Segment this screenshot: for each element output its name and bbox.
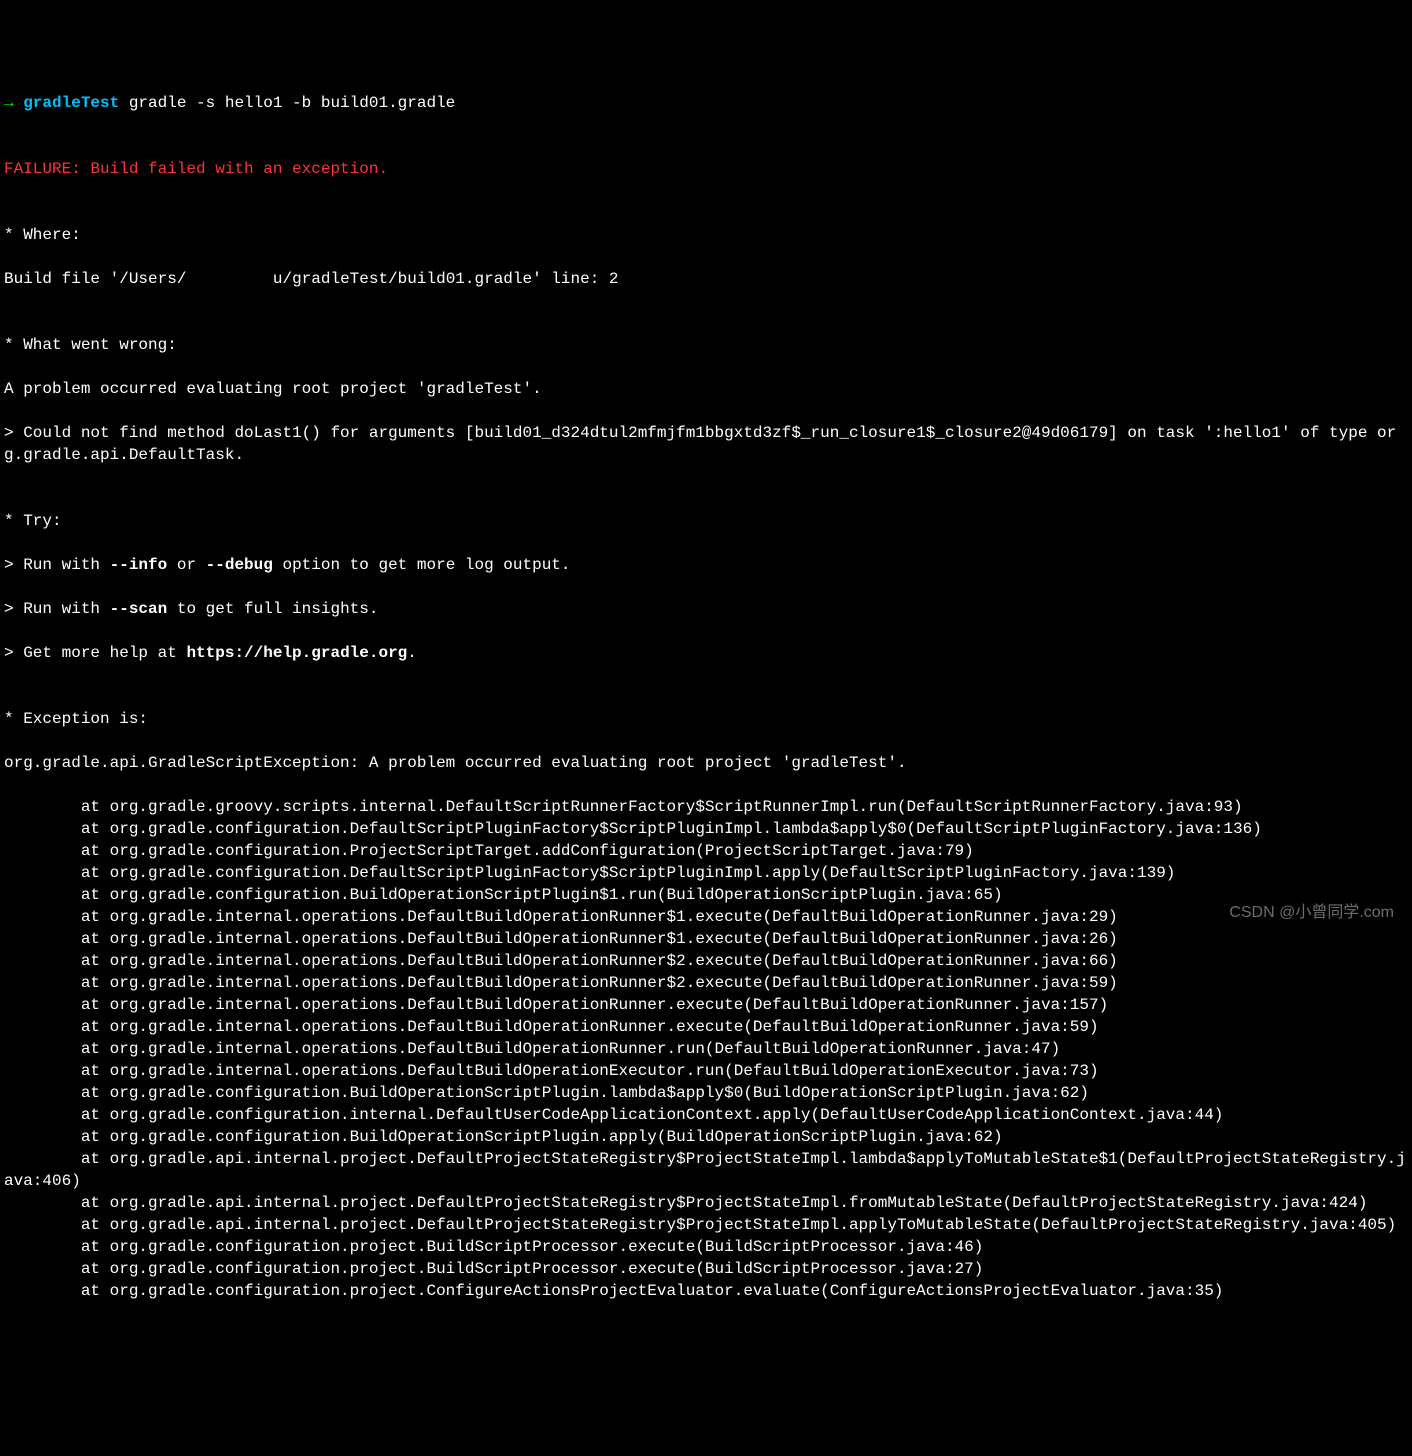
- what-went-wrong-header: * What went wrong:: [4, 334, 1408, 356]
- where-suffix: u/gradleTest/build01.gradle' line: 2: [273, 270, 619, 288]
- stack-frame: at org.gradle.internal.operations.Defaul…: [4, 1038, 1408, 1060]
- stack-frame: at org.gradle.internal.operations.Defaul…: [4, 1016, 1408, 1038]
- stack-frame: at org.gradle.configuration.DefaultScrip…: [4, 862, 1408, 884]
- debug-flag: --debug: [206, 556, 273, 574]
- prompt-line: → gradleTest gradle -s hello1 -b build01…: [4, 92, 1408, 114]
- info-flag: --info: [110, 556, 168, 574]
- exception-message: org.gradle.api.GradleScriptException: A …: [4, 752, 1408, 774]
- stack-frame: at org.gradle.configuration.DefaultScrip…: [4, 818, 1408, 840]
- stack-trace: at org.gradle.groovy.scripts.internal.De…: [4, 796, 1408, 1302]
- stack-frame: at org.gradle.api.internal.project.Defau…: [4, 1192, 1408, 1214]
- stack-frame: at org.gradle.internal.operations.Defaul…: [4, 1060, 1408, 1082]
- stack-frame: at org.gradle.api.internal.project.Defau…: [4, 1214, 1408, 1236]
- watermark: CSDN @小曾同学.com: [1229, 902, 1394, 924]
- try-line-3: > Get more help at https://help.gradle.o…: [4, 642, 1408, 664]
- stack-frame: at org.gradle.internal.operations.Defaul…: [4, 906, 1408, 928]
- try3-pre: > Get more help at: [4, 644, 186, 662]
- try1-mid: or: [167, 556, 205, 574]
- command-text: gradle -s hello1 -b build01.gradle: [119, 94, 455, 112]
- scan-flag: --scan: [110, 600, 168, 618]
- try2-pre: > Run with: [4, 600, 110, 618]
- stack-frame: at org.gradle.configuration.project.Conf…: [4, 1280, 1408, 1302]
- try1-post: option to get more log output.: [273, 556, 571, 574]
- stack-frame: at org.gradle.configuration.internal.Def…: [4, 1104, 1408, 1126]
- prompt-arrow-icon: →: [4, 94, 23, 112]
- stack-frame: at org.gradle.internal.operations.Defaul…: [4, 972, 1408, 994]
- try-line-1: > Run with --info or --debug option to g…: [4, 554, 1408, 576]
- stack-frame: at org.gradle.configuration.BuildOperati…: [4, 1126, 1408, 1148]
- stack-frame: at org.gradle.configuration.ProjectScrip…: [4, 840, 1408, 862]
- stack-frame: at org.gradle.configuration.BuildOperati…: [4, 884, 1408, 906]
- wrong-detail-2: > Could not find method doLast1() for ar…: [4, 422, 1408, 466]
- stack-frame: at org.gradle.configuration.project.Buil…: [4, 1236, 1408, 1258]
- stack-frame: at org.gradle.api.internal.project.Defau…: [4, 1148, 1408, 1192]
- try3-post: .: [407, 644, 417, 662]
- try2-post: to get full insights.: [167, 600, 378, 618]
- prompt-directory: gradleTest: [23, 94, 119, 112]
- exception-header: * Exception is:: [4, 708, 1408, 730]
- stack-frame: at org.gradle.internal.operations.Defaul…: [4, 994, 1408, 1016]
- try-header: * Try:: [4, 510, 1408, 532]
- stack-frame: at org.gradle.configuration.project.Buil…: [4, 1258, 1408, 1280]
- stack-frame: at org.gradle.internal.operations.Defaul…: [4, 928, 1408, 950]
- wrong-detail-1: A problem occurred evaluating root proje…: [4, 378, 1408, 400]
- redacted-username: xxxxxxxxx: [186, 270, 272, 288]
- try-line-2: > Run with --scan to get full insights.: [4, 598, 1408, 620]
- help-url: https://help.gradle.org: [186, 644, 407, 662]
- stack-frame: at org.gradle.groovy.scripts.internal.De…: [4, 796, 1408, 818]
- try1-pre: > Run with: [4, 556, 110, 574]
- where-file: Build file '/Users/xxxxxxxxxu/gradleTest…: [4, 268, 1408, 290]
- stack-frame: at org.gradle.internal.operations.Defaul…: [4, 950, 1408, 972]
- where-prefix: Build file '/Users/: [4, 270, 186, 288]
- stack-frame: at org.gradle.configuration.BuildOperati…: [4, 1082, 1408, 1104]
- where-header: * Where:: [4, 224, 1408, 246]
- failure-message: FAILURE: Build failed with an exception.: [4, 158, 1408, 180]
